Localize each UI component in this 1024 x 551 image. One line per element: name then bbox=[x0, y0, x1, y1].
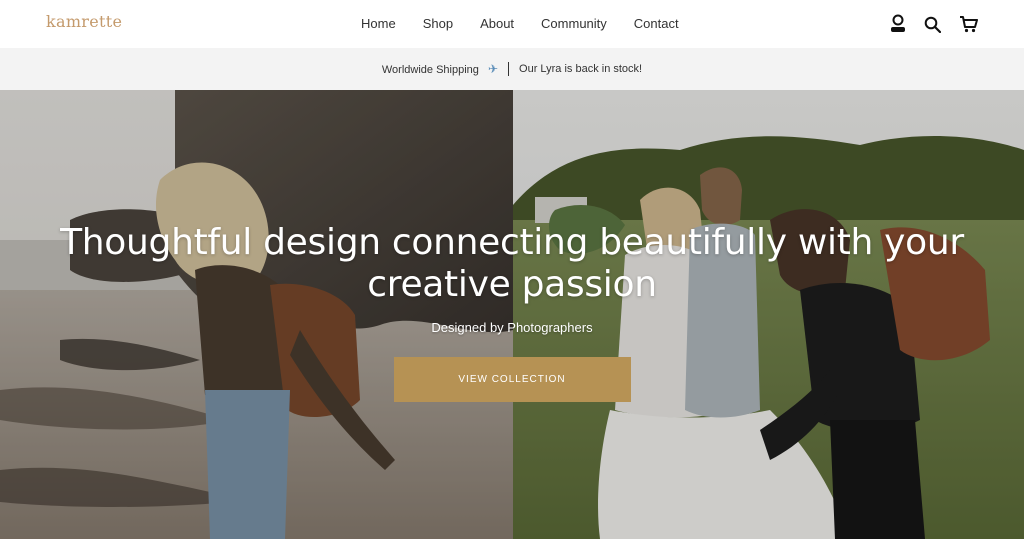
nav-about[interactable]: About bbox=[480, 16, 514, 31]
announcement-divider bbox=[508, 62, 510, 76]
nav-contact[interactable]: Contact bbox=[634, 16, 679, 31]
main-nav: Home Shop About Community Contact bbox=[361, 16, 679, 31]
brand-logo[interactable]: kamrette bbox=[46, 12, 122, 31]
hero-content: Thoughtful design connecting beautifully… bbox=[0, 90, 1024, 402]
announcement-stock[interactable]: Our Lyra is back in stock! bbox=[519, 63, 642, 75]
site-header: kamrette Home Shop About Community Conta… bbox=[0, 0, 1024, 48]
view-collection-button[interactable]: VIEW COLLECTION bbox=[393, 357, 631, 402]
announcement-bar: Worldwide Shipping ✈ Our Lyra is back in… bbox=[0, 48, 1024, 90]
hero-subtitle: Designed by Photographers bbox=[431, 320, 593, 335]
nav-community[interactable]: Community bbox=[541, 16, 607, 31]
nav-shop[interactable]: Shop bbox=[423, 16, 453, 31]
hero-banner: Thoughtful design connecting beautifully… bbox=[0, 90, 1024, 539]
cart-icon[interactable] bbox=[959, 15, 978, 33]
account-icon[interactable] bbox=[890, 14, 906, 34]
announcement-shipping[interactable]: Worldwide Shipping ✈ bbox=[382, 62, 498, 76]
hero-headline: Thoughtful design connecting beautifully… bbox=[60, 222, 964, 305]
nav-home[interactable]: Home bbox=[361, 16, 396, 31]
search-icon[interactable] bbox=[924, 16, 941, 33]
header-icons bbox=[890, 14, 978, 34]
airplane-icon: ✈ bbox=[487, 62, 499, 76]
